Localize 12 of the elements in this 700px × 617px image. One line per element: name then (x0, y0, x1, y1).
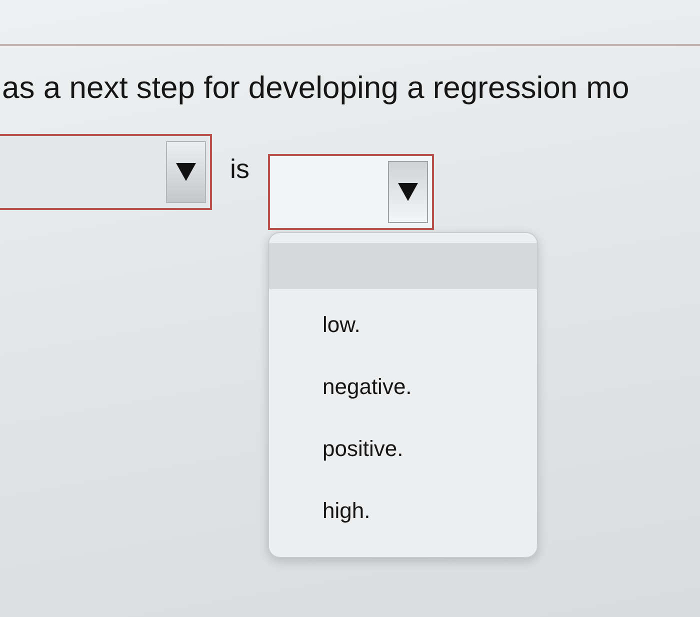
menu-option[interactable]: negative. (316, 367, 418, 407)
dropdown-button[interactable] (166, 141, 206, 203)
caret-down-icon (176, 162, 196, 182)
dropdown-field[interactable] (268, 154, 434, 230)
dropdown-button[interactable] (388, 161, 428, 223)
menu-option[interactable]: high. (316, 491, 376, 531)
menu-option[interactable]: low. (316, 305, 366, 345)
question-text: as a next step for developing a regression mo (2, 70, 630, 106)
connector-text: is (230, 153, 250, 186)
caret-down-icon (398, 182, 418, 202)
menu-option[interactable]: positive. (316, 429, 410, 469)
dropdown-field[interactable] (0, 134, 212, 210)
